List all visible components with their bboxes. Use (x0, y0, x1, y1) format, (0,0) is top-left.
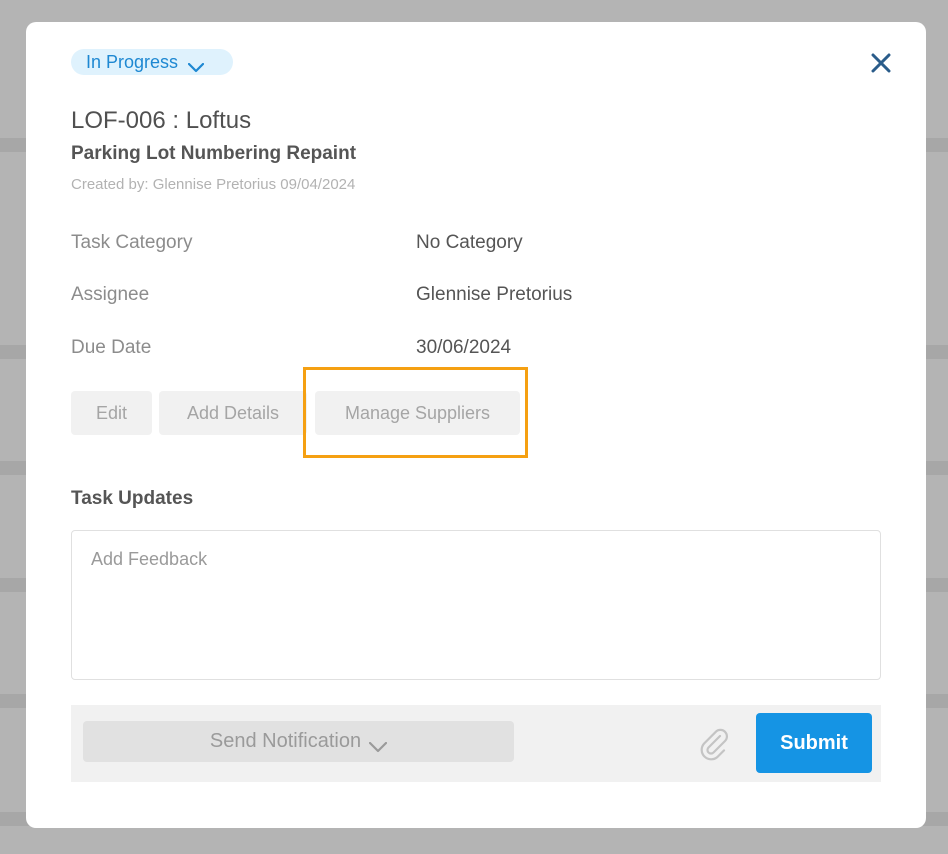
task-updates-title: Task Updates (71, 488, 194, 509)
feedback-input[interactable] (71, 530, 881, 680)
task-name: Parking Lot Numbering Repaint (71, 143, 357, 164)
send-notification-label: Send Notification (209, 730, 362, 752)
field-value-due-date: 30/06/2024 (416, 337, 512, 358)
edit-button[interactable]: Edit (71, 391, 152, 435)
field-label-task-category: Task Category (71, 232, 193, 253)
close-icon[interactable] (868, 50, 894, 76)
created-by-text: Created by: Glennise Pretorius 09/04/202… (71, 176, 356, 193)
chevron-down-icon (187, 57, 205, 73)
field-label-assignee: Assignee (71, 284, 150, 305)
submit-button[interactable]: Submit (756, 713, 872, 773)
highlight-box (303, 367, 528, 458)
paperclip-icon[interactable] (698, 725, 728, 761)
feedback-toolbar: Send Notification Submit (71, 705, 881, 782)
task-detail-modal: In Progress LOF-006 : Loftus Parking Lot… (26, 22, 926, 828)
status-dropdown[interactable]: In Progress (71, 49, 233, 75)
field-value-assignee: Glennise Pretorius (416, 284, 573, 305)
field-label-due-date: Due Date (71, 337, 152, 358)
status-label: In Progress (86, 51, 179, 72)
task-id-title: LOF-006 : Loftus (71, 107, 252, 134)
chevron-down-icon (368, 736, 388, 753)
add-details-button[interactable]: Add Details (159, 391, 307, 435)
field-value-task-category: No Category (416, 232, 523, 253)
send-notification-dropdown[interactable]: Send Notification (83, 721, 514, 762)
